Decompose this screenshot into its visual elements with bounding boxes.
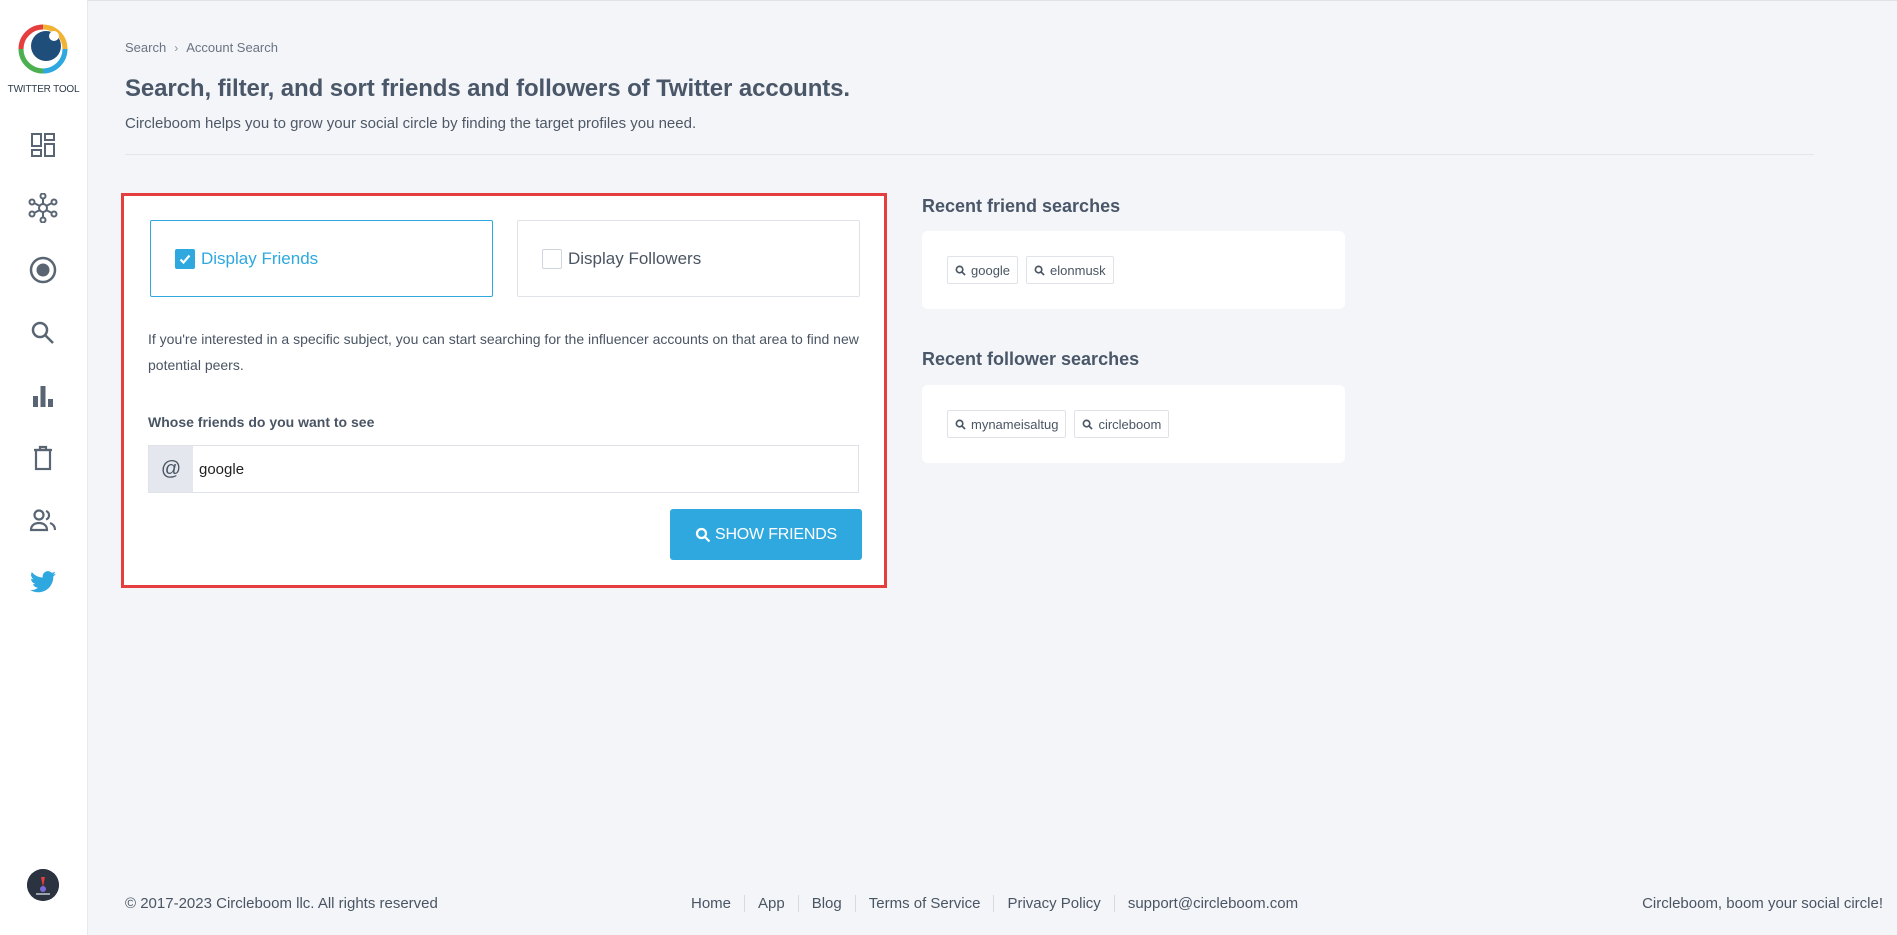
recent-friend-chip[interactable]: elonmusk <box>1026 256 1114 284</box>
sidebar-item-twitter[interactable] <box>24 563 62 601</box>
people-icon <box>29 509 57 532</box>
search-icon <box>1082 419 1094 430</box>
footer-link-terms[interactable]: Terms of Service <box>854 895 994 912</box>
target-icon <box>29 256 57 284</box>
search-icon <box>955 265 966 276</box>
display-followers-label: Display Followers <box>568 248 702 268</box>
recent-friend-searches-card: google elonmusk <box>922 231 1345 309</box>
recent-friend-chip[interactable]: google <box>947 256 1019 284</box>
user-avatar[interactable] <box>27 869 59 901</box>
footer-link-home[interactable]: Home <box>678 895 744 912</box>
recent-follower-searches-card: mynameisaltug circleboom <box>922 385 1345 463</box>
search-form-card: Display Friends Display Followers If you… <box>121 193 887 588</box>
copyright: © 2017-2023 Circleboom llc. All rights r… <box>125 895 438 912</box>
footer-link-app[interactable]: App <box>744 895 798 912</box>
bar-chart-icon <box>33 386 53 407</box>
check-icon <box>179 254 191 264</box>
circleboom-logo[interactable] <box>18 24 68 74</box>
field-label: Whose friends do you want to see <box>148 414 375 430</box>
chip-label: elonmusk <box>1050 262 1106 278</box>
footer-links: Home App Blog Terms of Service Privacy P… <box>678 895 1311 912</box>
footer-link-privacy[interactable]: Privacy Policy <box>993 895 1113 912</box>
search-icon <box>31 321 54 344</box>
footer-link-support-email[interactable]: support@circleboom.com <box>1113 895 1311 912</box>
twitter-icon <box>30 571 56 593</box>
search-icon <box>1034 265 1045 276</box>
sidebar-item-analytics[interactable] <box>24 377 62 415</box>
dashboard-icon <box>31 133 55 157</box>
sidebar-item-dashboard[interactable] <box>24 126 62 164</box>
chip-label: mynameisaltug <box>971 416 1059 432</box>
recent-follower-chip[interactable]: circleboom <box>1074 410 1170 438</box>
chip-label: circleboom <box>1098 416 1162 432</box>
username-input-group: @ <box>148 445 859 493</box>
followers-checkbox[interactable] <box>542 248 562 269</box>
top-border <box>87 0 1897 1</box>
trash-icon <box>34 445 52 471</box>
sidebar: TWITTER TOOL <box>0 0 88 935</box>
footer-tagline: Circleboom, boom your social circle! <box>1642 895 1883 912</box>
chevron-right-icon: › <box>174 40 179 55</box>
breadcrumb-current: Account Search <box>186 40 278 55</box>
recent-friend-searches-title: Recent friend searches <box>922 196 1121 216</box>
sidebar-item-search[interactable] <box>24 314 62 352</box>
friends-checkbox[interactable] <box>175 248 195 269</box>
breadcrumb-root[interactable]: Search <box>125 40 166 55</box>
display-friends-label: Display Friends <box>201 248 319 268</box>
at-sign-prefix: @ <box>149 446 193 492</box>
sidebar-item-target[interactable] <box>24 251 62 289</box>
search-icon <box>955 419 966 430</box>
recent-follower-searches-title: Recent follower searches <box>922 349 1140 369</box>
display-followers-toggle[interactable]: Display Followers <box>517 220 860 297</box>
recent-follower-chip[interactable]: mynameisaltug <box>947 410 1067 438</box>
display-friends-toggle[interactable]: Display Friends <box>150 220 493 297</box>
username-input[interactable] <box>193 446 858 492</box>
search-icon <box>695 527 711 542</box>
info-text: If you're interested in a specific subje… <box>148 331 859 373</box>
breadcrumb: Search › Account Search <box>125 40 278 55</box>
divider <box>125 154 1814 155</box>
footer: © 2017-2023 Circleboom llc. All rights r… <box>125 895 1883 919</box>
page-title: Search, filter, and sort friends and fol… <box>125 75 850 102</box>
network-icon <box>28 193 58 223</box>
show-friends-button[interactable]: SHOW FRIENDS <box>670 509 862 560</box>
sidebar-item-people[interactable] <box>24 501 62 539</box>
chip-label: google <box>971 262 1011 278</box>
page-subtitle: Circleboom helps you to grow your social… <box>125 115 697 132</box>
sidebar-item-network[interactable] <box>24 189 62 227</box>
sidebar-item-delete[interactable] <box>24 439 62 477</box>
logo-text: TWITTER TOOL <box>7 84 80 95</box>
footer-link-blog[interactable]: Blog <box>797 895 855 912</box>
show-friends-label: SHOW FRIENDS <box>714 525 838 543</box>
